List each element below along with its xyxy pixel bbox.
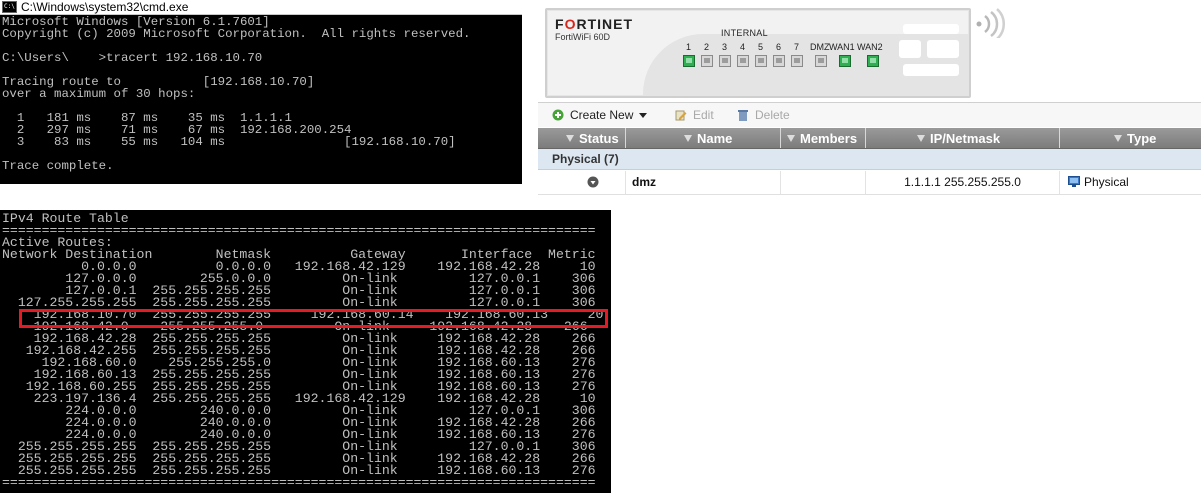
console-line: over a maximum of 30 hops: [2, 87, 196, 101]
delete-label: Delete [755, 108, 790, 122]
column-members[interactable]: Members [781, 128, 866, 148]
tracert-output: Microsoft Windows [Version 6.1.7601] Cop… [0, 15, 522, 172]
delete-button[interactable]: Delete [737, 108, 790, 122]
type-cell: Physical [1060, 171, 1201, 194]
column-label: Type [1127, 131, 1157, 146]
column-name[interactable]: Name [626, 128, 781, 148]
column-type[interactable]: Type [1060, 128, 1201, 148]
wifi-signal-icon [976, 8, 1006, 38]
status-down-icon [587, 176, 598, 188]
console-line: Copyright (c) 2009 Microsoft Corporation… [2, 27, 471, 41]
status-cell [538, 171, 626, 194]
port-wan2-icon[interactable] [867, 55, 879, 67]
port-wan1-icon[interactable] [839, 55, 851, 67]
filter-icon[interactable] [1114, 135, 1122, 142]
cmd-window: C:\Windows\system32\cmd.exe Microsoft Wi… [0, 0, 522, 184]
port-label: DMZ [810, 42, 830, 52]
cmd-icon [2, 0, 17, 14]
name-cell: dmz [626, 171, 781, 194]
port-dmz-icon[interactable] [815, 55, 827, 67]
column-label: IP/Netmask [930, 131, 1001, 146]
port-label: 5 [758, 42, 764, 52]
column-status[interactable]: Status [560, 128, 626, 148]
console-line: Trace complete. [2, 159, 114, 173]
column-label: Members [800, 131, 858, 146]
port-label: 3 [722, 42, 728, 52]
route-print-window: IPv4 Route Table =======================… [0, 210, 611, 493]
port-5-icon[interactable] [755, 55, 767, 67]
device-faceplate: FORTINET FortiWiFi 60D INTERNAL 1 2 3 4 … [545, 8, 971, 98]
create-new-button[interactable]: Create New [552, 108, 648, 122]
column-label: Name [697, 131, 733, 146]
plus-circle-icon [552, 109, 564, 121]
create-new-label: Create New [570, 108, 634, 122]
filter-icon[interactable] [917, 135, 925, 142]
group-row-physical[interactable]: Physical (7) [538, 149, 1201, 170]
type-label: Physical [1084, 175, 1129, 189]
port-label: WAN1 [829, 42, 855, 52]
route-table-output: IPv4 Route Table =======================… [0, 210, 611, 489]
port-2-icon[interactable] [701, 55, 713, 67]
physical-interface-icon [1068, 176, 1080, 187]
edit-pencil-icon [675, 110, 687, 121]
edit-label: Edit [693, 108, 714, 122]
port-6-icon[interactable] [773, 55, 785, 67]
cmd-title: C:\Windows\system32\cmd.exe [21, 0, 189, 14]
interface-toolbar: Create New Edit Delete [538, 102, 1201, 127]
port-1-icon[interactable] [683, 55, 695, 67]
port-label: 2 [704, 42, 710, 52]
port-7-icon[interactable] [791, 55, 803, 67]
column-ip-netmask[interactable]: IP/Netmask [866, 128, 1060, 148]
trash-icon [738, 110, 748, 121]
dropdown-arrow-icon [639, 112, 648, 118]
brand-text: FORTINET [555, 16, 634, 32]
grid-header: Status Name Members IP/Netmask Type [538, 128, 1201, 149]
port-label: 1 [686, 42, 692, 52]
filter-icon[interactable] [787, 135, 795, 142]
members-cell [781, 171, 866, 194]
filter-icon[interactable] [566, 135, 574, 142]
port-label: WAN2 [857, 42, 883, 52]
internal-label: INTERNAL [721, 28, 768, 38]
device-model: FortiWiFi 60D [555, 32, 611, 42]
table-row[interactable]: dmz 1.1.1.1 255.255.255.0 Physical [538, 171, 1201, 195]
console-line: ========================================… [2, 475, 596, 490]
fortinet-logo: FORTINET [555, 16, 633, 32]
port-3-icon[interactable] [719, 55, 731, 67]
port-label: 7 [794, 42, 800, 52]
edit-button[interactable]: Edit [675, 108, 714, 122]
console-line: 3 83 ms 55 ms 104 ms [192.168.10.70] [2, 135, 456, 149]
fortigate-interface-panel: FORTINET FortiWiFi 60D INTERNAL 1 2 3 4 … [538, 0, 1201, 196]
port-label: 6 [776, 42, 782, 52]
ip-netmask-cell: 1.1.1.1 255.255.255.0 [866, 171, 1060, 194]
route-highlight-box [19, 309, 608, 328]
cmd-titlebar: C:\Windows\system32\cmd.exe [0, 0, 522, 15]
vent-grille-icon [899, 20, 963, 86]
port-4-icon[interactable] [737, 55, 749, 67]
port-label: 4 [740, 42, 746, 52]
filter-icon[interactable] [684, 135, 692, 142]
column-label: Status [579, 131, 619, 146]
console-line: C:\Users\ >tracert 192.168.10.70 [2, 51, 263, 65]
